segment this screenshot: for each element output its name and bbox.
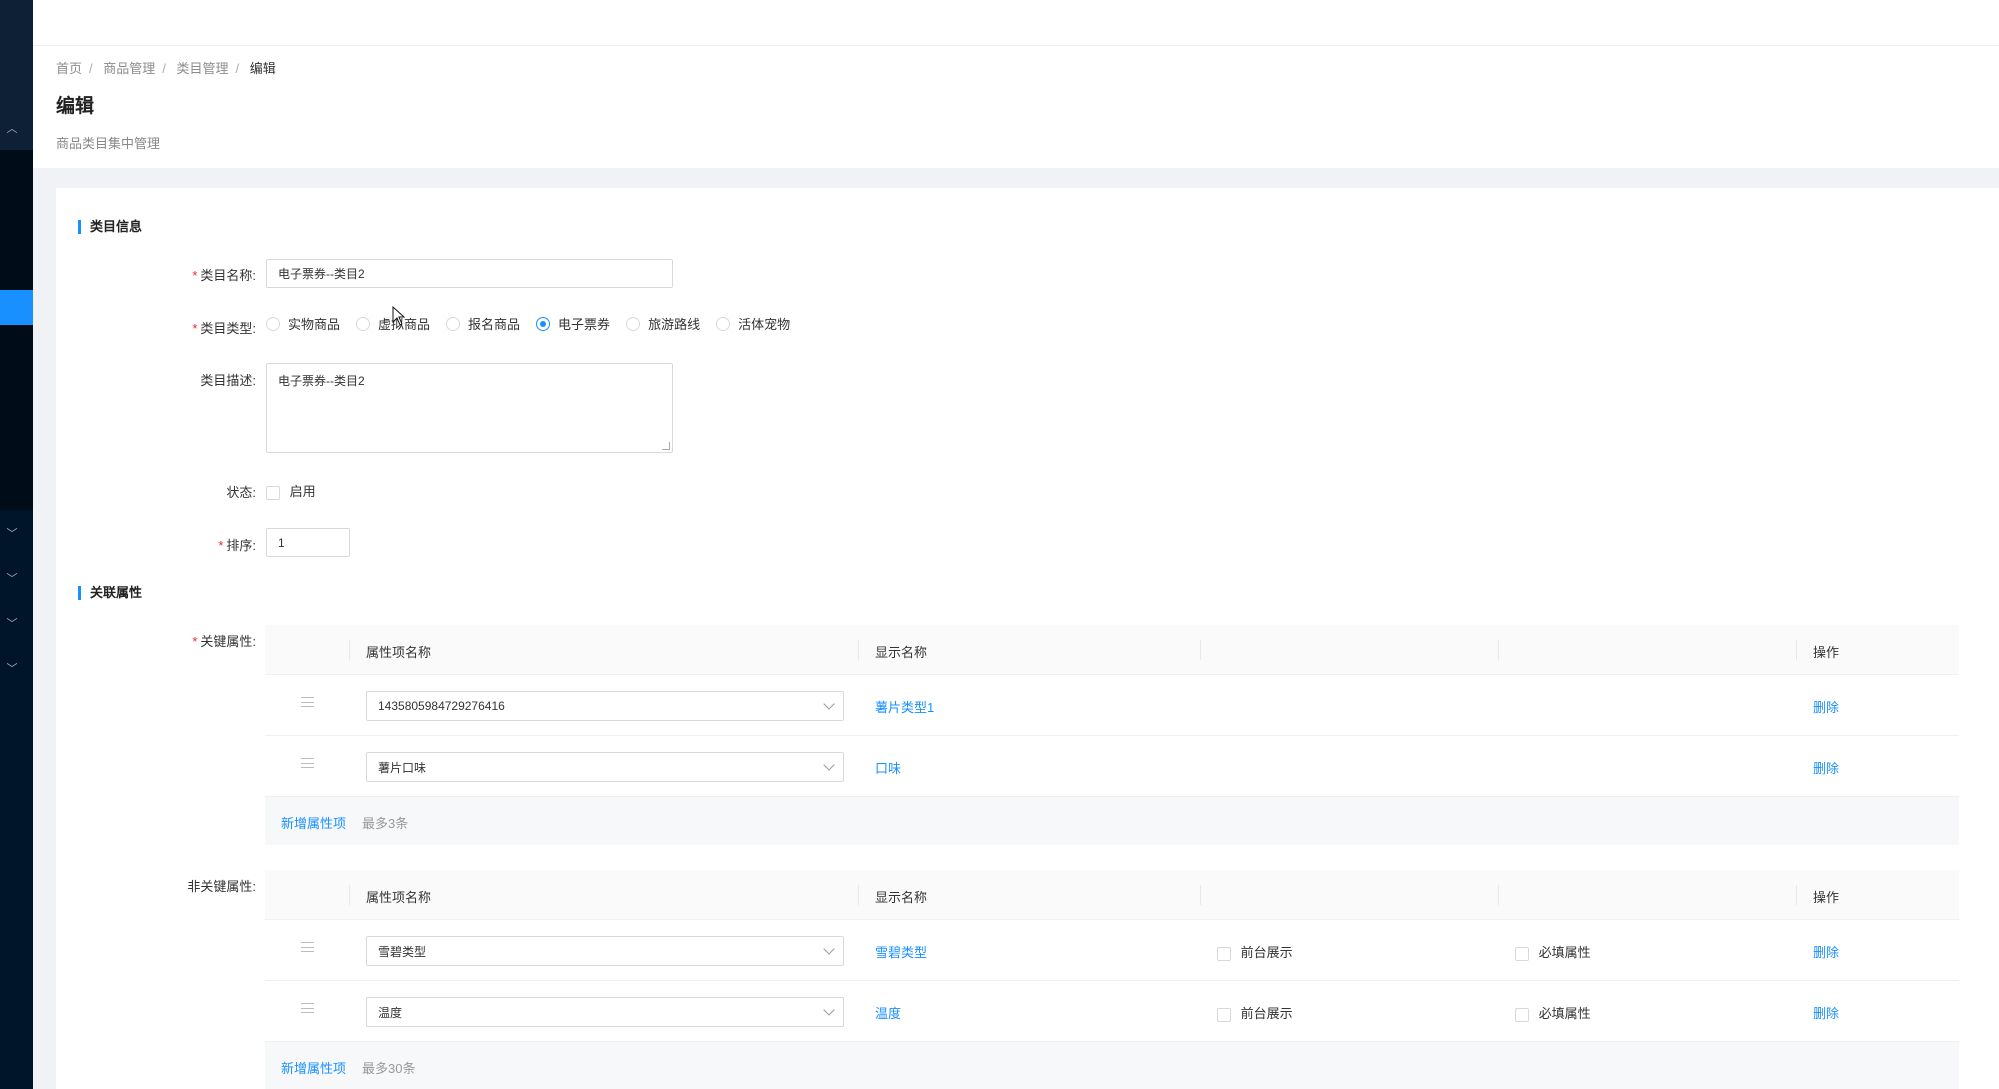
page-title: 编辑: [56, 96, 95, 117]
status-label: 状态:: [226, 485, 256, 500]
header-operation: 操作: [1813, 890, 1840, 905]
drag-handle-icon[interactable]: [301, 942, 314, 952]
status-enable-checkbox[interactable]: 启用: [266, 481, 316, 500]
type-label: * 类目类型:: [192, 321, 256, 336]
resize-grip-icon[interactable]: [662, 442, 670, 450]
drag-handle-icon[interactable]: [301, 1003, 314, 1013]
display-name-link[interactable]: 雪碧类型: [875, 942, 927, 961]
breadcrumb-goods[interactable]: 商品管理: [103, 61, 155, 76]
add-attr-button[interactable]: 新增属性项: [281, 813, 346, 832]
sort-label: * 排序:: [218, 538, 256, 553]
table-header: 属性项名称 显示名称 操作: [265, 625, 1959, 675]
display-name-link[interactable]: 温度: [875, 1003, 901, 1022]
chevron-down-icon: [823, 943, 835, 955]
table-row: 雪碧类型 雪碧类型 前台展示 必填属性 删除: [265, 920, 1959, 981]
front-display-checkbox[interactable]: 前台展示: [1217, 942, 1293, 961]
section-title-info: 类目信息: [78, 220, 142, 234]
category-name-input[interactable]: 电子票券--类目2: [266, 259, 673, 288]
sidebar: ︿ ﹀ ﹀ ﹀ ﹀: [0, 0, 33, 1089]
delete-link[interactable]: 删除: [1813, 697, 1839, 716]
delete-link[interactable]: 删除: [1813, 942, 1839, 961]
desc-label: 类目描述:: [200, 373, 256, 388]
radio-pet[interactable]: 活体宠物: [716, 314, 790, 333]
radio-physical[interactable]: 实物商品: [266, 314, 340, 333]
checkbox-icon[interactable]: [1217, 946, 1231, 961]
attr-select[interactable]: 薯片口味: [366, 752, 844, 782]
table-row: 薯片口味 口味 删除: [265, 736, 1959, 797]
chevron-down-icon: [823, 759, 835, 771]
table-row: 1435805984729276416 薯片类型1 删除: [265, 675, 1959, 736]
chevron-down-icon: [823, 1004, 835, 1016]
key-attrs-label: * 关键属性:: [192, 634, 256, 649]
attr-select[interactable]: 1435805984729276416: [366, 691, 844, 721]
checkbox-icon[interactable]: [1515, 1007, 1529, 1022]
display-name-link[interactable]: 薯片类型1: [875, 697, 934, 716]
header-display-name: 显示名称: [875, 890, 928, 905]
checkbox-icon[interactable]: [1515, 946, 1529, 961]
page-description: 商品类目集中管理: [56, 136, 161, 151]
header-display-name: 显示名称: [875, 645, 928, 660]
breadcrumb-category[interactable]: 类目管理: [177, 61, 229, 76]
breadcrumb-home[interactable]: 首页: [56, 61, 82, 76]
required-checkbox[interactable]: 必填属性: [1515, 942, 1591, 961]
table-footer: 新增属性项 最多3条: [265, 797, 1959, 845]
status-enable-label: 启用: [289, 484, 316, 499]
chevron-down-icon[interactable]: ﹀: [0, 615, 24, 631]
category-type-radio-group: 实物商品 虚拟商品 报名商品 电子票券 旅游路线 活体宠物: [266, 314, 806, 333]
name-label: * 类目名称:: [192, 268, 256, 283]
required-checkbox[interactable]: 必填属性: [1515, 1003, 1591, 1022]
attr-select[interactable]: 雪碧类型: [366, 936, 844, 966]
chevron-up-icon[interactable]: ︿: [0, 120, 24, 136]
form-card: 类目信息 * 类目名称: 电子票券--类目2 * 类目类型: 实物商品 虚拟商品 报…: [56, 188, 1999, 1089]
category-desc-textarea[interactable]: 电子票券--类目2: [266, 363, 673, 453]
nonkey-attrs-table: 属性项名称 显示名称 操作 雪碧类型 雪碧类型 前台展示 必填属性 删除 温度 …: [265, 870, 1959, 1089]
topbar: [33, 0, 1999, 46]
key-attrs-table: 属性项名称 显示名称 操作 1435805984729276416 薯片类型1 …: [265, 625, 1959, 845]
delete-link[interactable]: 删除: [1813, 1003, 1839, 1022]
header-attr-name: 属性项名称: [366, 890, 432, 905]
attr-select[interactable]: 温度: [366, 997, 844, 1027]
display-name-link[interactable]: 口味: [875, 758, 901, 777]
radio-travel[interactable]: 旅游路线: [626, 314, 700, 333]
table-footer: 新增属性项 最多30条: [265, 1042, 1959, 1089]
breadcrumb-current: 编辑: [249, 61, 276, 76]
drag-handle-icon[interactable]: [301, 758, 314, 768]
section-title-attrs: 关联属性: [78, 586, 142, 600]
radio-signup[interactable]: 报名商品: [446, 314, 520, 333]
table-row: 温度 温度 前台展示 必填属性 删除: [265, 981, 1959, 1042]
radio-eticket[interactable]: 电子票券: [536, 314, 610, 333]
mouse-cursor-icon: [392, 306, 406, 326]
front-display-checkbox[interactable]: 前台展示: [1217, 1003, 1293, 1022]
chevron-down-icon[interactable]: ﹀: [0, 660, 24, 676]
checkbox-icon[interactable]: [266, 485, 280, 500]
table-header: 属性项名称 显示名称 操作: [265, 870, 1959, 920]
chevron-down-icon: [823, 698, 835, 710]
add-attr-button[interactable]: 新增属性项: [281, 1058, 346, 1077]
page-header: 首页 / 商品管理 / 类目管理 / 编辑 编辑 商品类目集中管理: [33, 46, 1999, 168]
chevron-down-icon[interactable]: ﹀: [0, 570, 24, 586]
checkbox-icon[interactable]: [1217, 1007, 1231, 1022]
sidebar-submenu: [0, 150, 33, 510]
sort-input[interactable]: 1: [266, 528, 350, 557]
sidebar-item-active[interactable]: [0, 290, 33, 325]
header-attr-name: 属性项名称: [366, 645, 432, 660]
max-hint: 最多3条: [362, 816, 409, 831]
nonkey-attrs-label: 非关键属性:: [187, 879, 256, 894]
chevron-down-icon[interactable]: ﹀: [0, 525, 24, 541]
drag-handle-icon[interactable]: [301, 697, 314, 707]
delete-link[interactable]: 删除: [1813, 758, 1839, 777]
header-operation: 操作: [1813, 645, 1840, 660]
max-hint: 最多30条: [362, 1061, 416, 1076]
breadcrumb: 首页 / 商品管理 / 类目管理 / 编辑: [56, 61, 276, 76]
